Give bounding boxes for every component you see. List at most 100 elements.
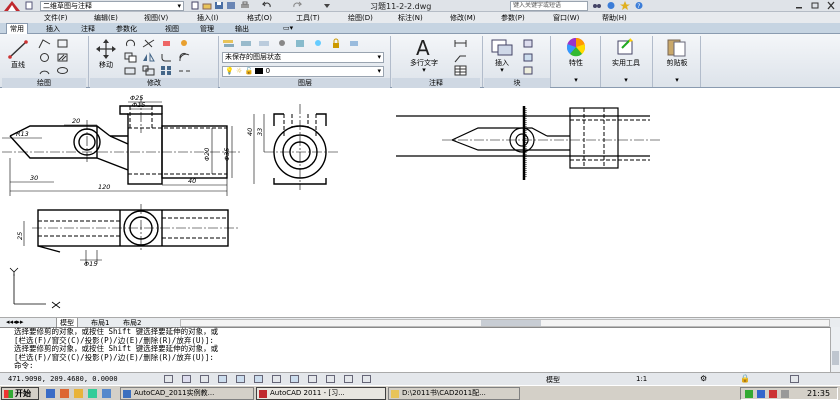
layer-select[interactable]: 💡 ☼ 🔓 0 ▾: [222, 66, 384, 77]
app-menu-button[interactable]: [2, 0, 22, 12]
hatch-icon[interactable]: [56, 52, 69, 63]
menu-format[interactable]: 格式(O): [247, 13, 272, 23]
tab-parametric[interactable]: 参数化: [113, 24, 140, 34]
move-button[interactable]: 移动: [92, 38, 120, 76]
tab-home[interactable]: 常用: [6, 23, 28, 34]
mirror-icon[interactable]: [142, 52, 155, 63]
osnap-toggle-icon[interactable]: [236, 375, 245, 383]
tpy-toggle-icon[interactable]: [326, 375, 335, 383]
annotation-scale[interactable]: 1:1: [636, 375, 647, 383]
polar-toggle-icon[interactable]: [218, 375, 227, 383]
table-icon[interactable]: [454, 65, 467, 76]
command-window[interactable]: 选择要修剪的对象，或按住 Shift 键选择要延伸的对象，或 [栏选(F)/窗交…: [0, 327, 830, 372]
otrack-toggle-icon[interactable]: [254, 375, 263, 383]
tab-nav-arrows[interactable]: ◂◂◂▸▸: [6, 318, 24, 326]
fillet-icon[interactable]: [160, 52, 173, 63]
edit-block-icon[interactable]: [522, 52, 535, 63]
erase-icon[interactable]: [160, 38, 173, 49]
command-prompt[interactable]: 命令:: [14, 361, 830, 371]
menu-modify[interactable]: 修改(M): [450, 13, 476, 23]
layer-freeze-icon[interactable]: [312, 38, 325, 49]
circle-icon[interactable]: [38, 52, 51, 63]
break-icon[interactable]: [178, 65, 191, 76]
tab-output[interactable]: 输出: [232, 24, 252, 34]
layer-icon[interactable]: [240, 38, 253, 49]
modify-panel-title[interactable]: 修改: [90, 78, 218, 88]
binoculars-icon[interactable]: [592, 1, 602, 10]
clean-screen-icon[interactable]: [790, 375, 799, 383]
clock[interactable]: 21:35: [807, 389, 830, 398]
multileader-icon[interactable]: [454, 52, 467, 63]
quick-launch-icon[interactable]: [102, 389, 111, 398]
tray-icon[interactable]: [769, 390, 777, 398]
stretch-icon[interactable]: [124, 65, 137, 76]
linear-dimension-icon[interactable]: [454, 38, 467, 49]
explode-icon[interactable]: [178, 38, 191, 49]
redo-icon[interactable]: [292, 1, 303, 10]
ribbon-minimize-button[interactable]: ▭▾: [280, 24, 296, 32]
layer-isolate-icon[interactable]: [294, 38, 307, 49]
layer-off-icon[interactable]: [276, 38, 289, 49]
create-block-icon[interactable]: [522, 38, 535, 49]
qat-new-icon[interactable]: [24, 1, 34, 10]
layers-panel-title[interactable]: 图层: [220, 78, 390, 88]
offset-icon[interactable]: [178, 52, 191, 63]
menu-tools[interactable]: 工具(T): [296, 13, 320, 23]
taskbar-item[interactable]: AutoCAD 2011 - [习...: [256, 387, 386, 400]
lock-icon[interactable]: 🔒: [740, 374, 750, 383]
model-space-button[interactable]: 模型: [546, 375, 560, 385]
insert-block-button[interactable]: 插入 ▾: [486, 36, 518, 76]
quick-launch-icon[interactable]: [46, 389, 55, 398]
menu-dimension[interactable]: 标注(N): [398, 13, 423, 23]
grid-toggle-icon[interactable]: [182, 375, 191, 383]
undo-icon[interactable]: [261, 1, 272, 10]
scrollbar-thumb[interactable]: [481, 320, 541, 326]
workspace-select[interactable]: 二维草图与注释 ▾: [40, 1, 184, 11]
command-scrollbar[interactable]: [830, 327, 840, 372]
dyn-toggle-icon[interactable]: [290, 375, 299, 383]
start-button[interactable]: 开始: [1, 387, 39, 400]
search-input[interactable]: 键入关键字或短语: [510, 1, 588, 11]
polyline-icon[interactable]: [38, 38, 51, 49]
mtext-button[interactable]: A 多行文字 ▾: [396, 36, 452, 76]
menu-insert[interactable]: 插入(I): [197, 13, 219, 23]
annotation-panel-title[interactable]: 注释: [392, 78, 480, 88]
star-icon[interactable]: [620, 1, 630, 10]
qat-new-file-icon[interactable]: [190, 1, 200, 10]
qat-saveas-icon[interactable]: [226, 1, 236, 10]
clipboard-button[interactable]: 剪贴板 ▾: [656, 36, 698, 86]
layer-match-icon[interactable]: [348, 38, 361, 49]
menu-help[interactable]: 帮助(H): [602, 13, 627, 23]
help-icon[interactable]: ?: [634, 1, 644, 10]
tab-view[interactable]: 视图: [162, 24, 182, 34]
utilities-button[interactable]: 实用工具 ▾: [604, 36, 648, 86]
qp-toggle-icon[interactable]: [344, 375, 353, 383]
rectangle-icon[interactable]: [56, 38, 69, 49]
tray-icon[interactable]: [781, 390, 789, 398]
scrollbar-thumb[interactable]: [832, 351, 839, 365]
menu-file[interactable]: 文件(F): [44, 13, 68, 23]
ducs-toggle-icon[interactable]: [272, 375, 281, 383]
layer-properties-icon[interactable]: [222, 38, 235, 49]
array-icon[interactable]: [160, 65, 173, 76]
minimize-icon[interactable]: [794, 1, 804, 10]
ellipse-icon[interactable]: [56, 65, 69, 76]
coordinate-readout[interactable]: 471.9090, 209.4680, 0.0000: [8, 375, 118, 383]
menu-view[interactable]: 视图(V): [144, 13, 168, 23]
communication-icon[interactable]: [606, 1, 616, 10]
scale-icon[interactable]: [142, 65, 155, 76]
menu-window[interactable]: 窗口(W): [553, 13, 579, 23]
layer-lock-icon[interactable]: [330, 38, 343, 49]
menu-draw[interactable]: 绘图(D): [348, 13, 373, 23]
lwt-toggle-icon[interactable]: [308, 375, 317, 383]
qat-open-icon[interactable]: [202, 1, 212, 10]
draw-panel-title[interactable]: 绘图: [2, 78, 86, 88]
close-icon[interactable]: [826, 1, 836, 10]
ortho-toggle-icon[interactable]: [200, 375, 209, 383]
tab-manage[interactable]: 管理: [197, 24, 217, 34]
quick-launch-icon[interactable]: [74, 389, 83, 398]
block-panel-title[interactable]: 块: [484, 78, 550, 88]
restore-icon[interactable]: [810, 1, 820, 10]
tray-icon[interactable]: [745, 390, 753, 398]
tab-insert[interactable]: 插入: [43, 24, 63, 34]
